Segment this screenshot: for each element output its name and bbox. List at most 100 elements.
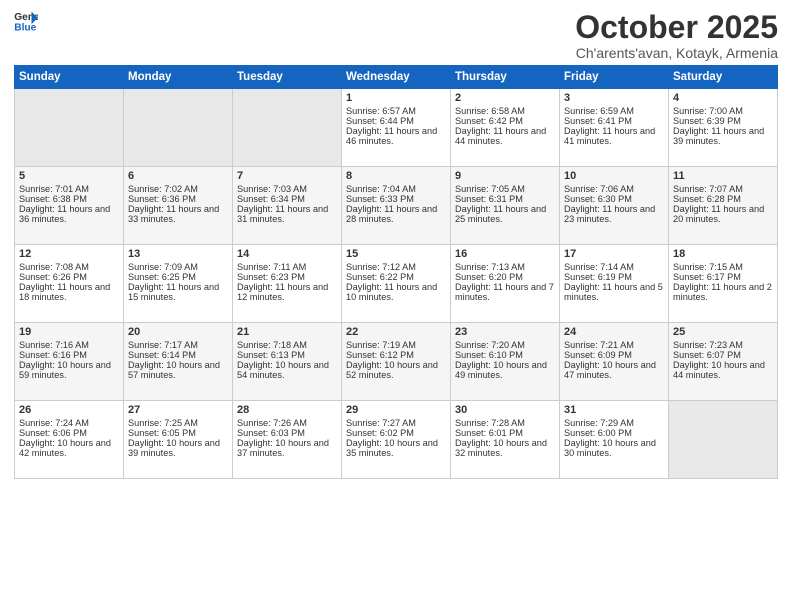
day-number: 10: [564, 170, 664, 182]
sunrise-text: Sunrise: 7:16 AM: [19, 340, 119, 350]
sunset-text: Sunset: 6:39 PM: [673, 116, 773, 126]
table-row: 5 Sunrise: 7:01 AMSunset: 6:38 PMDaylight…: [15, 167, 124, 245]
svg-text:Blue: Blue: [14, 22, 36, 32]
day-number: 31: [564, 404, 664, 416]
daylight-text: Daylight: 10 hours and 59 minutes.: [19, 360, 119, 380]
day-number: 6: [128, 170, 228, 182]
day-number: 20: [128, 326, 228, 338]
sunrise-text: Sunrise: 7:17 AM: [128, 340, 228, 350]
sunset-text: Sunset: 6:12 PM: [346, 350, 446, 360]
header-wednesday: Wednesday: [342, 66, 451, 89]
sunset-text: Sunset: 6:14 PM: [128, 350, 228, 360]
sunrise-text: Sunrise: 7:13 AM: [455, 262, 555, 272]
table-row: 8Sunrise: 7:04 AMSunset: 6:33 PMDaylight…: [342, 167, 451, 245]
daylight-text: Daylight: 10 hours and 39 minutes.: [128, 438, 228, 458]
table-row: 22 Sunrise: 7:19 AMSunset: 6:12 PMDayligh…: [342, 323, 451, 401]
table-row: [124, 89, 233, 167]
sunset-text: Sunset: 6:22 PM: [346, 272, 446, 282]
calendar-week-row: 5Sunrise: 7:01 AMSunset: 6:38 PMDaylight…: [15, 167, 778, 245]
daylight-text: Daylight: 10 hours and 32 minutes.: [455, 438, 555, 458]
daylight-text: Daylight: 11 hours and 12 minutes.: [237, 282, 337, 302]
daylight-text: Daylight: 11 hours and 39 minutes.: [673, 126, 773, 146]
table-row: [15, 89, 124, 167]
daylight-text: Daylight: 10 hours and 47 minutes.: [564, 360, 664, 380]
sunset-text: Sunset: 6:10 PM: [455, 350, 555, 360]
table-row: 27Sunrise: 7:25 AMSunset: 6:05 PMDayligh…: [124, 401, 233, 479]
daylight-text: Daylight: 11 hours and 28 minutes.: [346, 204, 446, 224]
table-row: 16Sunrise: 7:13 AMSunset: 6:20 PMDayligh…: [451, 245, 560, 323]
daylight-text: Daylight: 10 hours and 52 minutes.: [346, 360, 446, 380]
table-row: 15Sunrise: 7:12 AMSunset: 6:22 PMDayligh…: [342, 245, 451, 323]
sunset-text: Sunset: 6:02 PM: [346, 428, 446, 438]
sunrise-text: Sunrise: 7:21 AM: [564, 340, 664, 350]
header-tuesday: Tuesday: [233, 66, 342, 89]
sunset-text: Sunset: 6:36 PM: [128, 194, 228, 204]
day-number: 12: [19, 248, 119, 260]
sunrise-text: Sunrise: 7:27 AM: [346, 418, 446, 428]
sunset-text: Sunset: 6:01 PM: [455, 428, 555, 438]
table-row: [233, 89, 342, 167]
day-number: 24: [564, 326, 664, 338]
daylight-text: Daylight: 11 hours and 41 minutes.: [564, 126, 664, 146]
sunset-text: Sunset: 6:28 PM: [673, 194, 773, 204]
title-block: October 2025 Ch'arents'avan, Kotayk, Arm…: [575, 10, 778, 61]
daylight-text: Daylight: 10 hours and 30 minutes.: [564, 438, 664, 458]
daylight-text: Daylight: 10 hours and 42 minutes.: [19, 438, 119, 458]
header-monday: Monday: [124, 66, 233, 89]
daylight-text: Daylight: 11 hours and 7 minutes.: [455, 282, 555, 302]
table-row: 9Sunrise: 7:05 AMSunset: 6:31 PMDaylight…: [451, 167, 560, 245]
daylight-text: Daylight: 11 hours and 23 minutes.: [564, 204, 664, 224]
table-row: 10Sunrise: 7:06 AMSunset: 6:30 PMDayligh…: [560, 167, 669, 245]
header: General Blue October 2025 Ch'arents'avan…: [14, 10, 778, 61]
table-row: [669, 401, 778, 479]
daylight-text: Daylight: 11 hours and 46 minutes.: [346, 126, 446, 146]
table-row: 11Sunrise: 7:07 AMSunset: 6:28 PMDayligh…: [669, 167, 778, 245]
sunset-text: Sunset: 6:38 PM: [19, 194, 119, 204]
day-number: 21: [237, 326, 337, 338]
sunrise-text: Sunrise: 7:03 AM: [237, 184, 337, 194]
table-row: 2Sunrise: 6:58 AMSunset: 6:42 PMDaylight…: [451, 89, 560, 167]
table-row: 23Sunrise: 7:20 AMSunset: 6:10 PMDayligh…: [451, 323, 560, 401]
sunrise-text: Sunrise: 7:12 AM: [346, 262, 446, 272]
sunrise-text: Sunrise: 7:11 AM: [237, 262, 337, 272]
sunrise-text: Sunrise: 7:01 AM: [19, 184, 119, 194]
logo: General Blue: [14, 10, 38, 32]
sunrise-text: Sunrise: 7:00 AM: [673, 106, 773, 116]
table-row: 12Sunrise: 7:08 AMSunset: 6:26 PMDayligh…: [15, 245, 124, 323]
sunrise-text: Sunrise: 7:09 AM: [128, 262, 228, 272]
daylight-text: Daylight: 11 hours and 2 minutes.: [673, 282, 773, 302]
table-row: 3Sunrise: 6:59 AMSunset: 6:41 PMDaylight…: [560, 89, 669, 167]
sunset-text: Sunset: 6:42 PM: [455, 116, 555, 126]
sunrise-text: Sunrise: 6:58 AM: [455, 106, 555, 116]
table-row: 18Sunrise: 7:15 AMSunset: 6:17 PMDayligh…: [669, 245, 778, 323]
daylight-text: Daylight: 11 hours and 20 minutes.: [673, 204, 773, 224]
table-row: 24Sunrise: 7:21 AMSunset: 6:09 PMDayligh…: [560, 323, 669, 401]
daylight-text: Daylight: 10 hours and 44 minutes.: [673, 360, 773, 380]
sunrise-text: Sunrise: 7:23 AM: [673, 340, 773, 350]
calendar-table: Sunday Monday Tuesday Wednesday Thursday…: [14, 65, 778, 479]
day-number: 11: [673, 170, 773, 182]
sunset-text: Sunset: 6:44 PM: [346, 116, 446, 126]
day-number: 5: [19, 170, 119, 182]
table-row: 19Sunrise: 7:16 AMSunset: 6:16 PMDayligh…: [15, 323, 124, 401]
day-number: 22: [346, 326, 446, 338]
month-title: October 2025: [575, 10, 778, 45]
sunrise-text: Sunrise: 7:15 AM: [673, 262, 773, 272]
day-number: 1: [346, 92, 446, 104]
sunrise-text: Sunrise: 6:57 AM: [346, 106, 446, 116]
header-friday: Friday: [560, 66, 669, 89]
daylight-text: Daylight: 11 hours and 36 minutes.: [19, 204, 119, 224]
header-saturday: Saturday: [669, 66, 778, 89]
day-number: 26: [19, 404, 119, 416]
sunrise-text: Sunrise: 7:29 AM: [564, 418, 664, 428]
day-number: 9: [455, 170, 555, 182]
day-number: 30: [455, 404, 555, 416]
daylight-text: Daylight: 10 hours and 49 minutes.: [455, 360, 555, 380]
days-header-row: Sunday Monday Tuesday Wednesday Thursday…: [15, 66, 778, 89]
sunset-text: Sunset: 6:23 PM: [237, 272, 337, 282]
header-thursday: Thursday: [451, 66, 560, 89]
sunrise-text: Sunrise: 7:18 AM: [237, 340, 337, 350]
sunrise-text: Sunrise: 7:19 AM: [346, 340, 446, 350]
sunrise-text: Sunrise: 7:24 AM: [19, 418, 119, 428]
table-row: 31Sunrise: 7:29 AMSunset: 6:00 PMDayligh…: [560, 401, 669, 479]
